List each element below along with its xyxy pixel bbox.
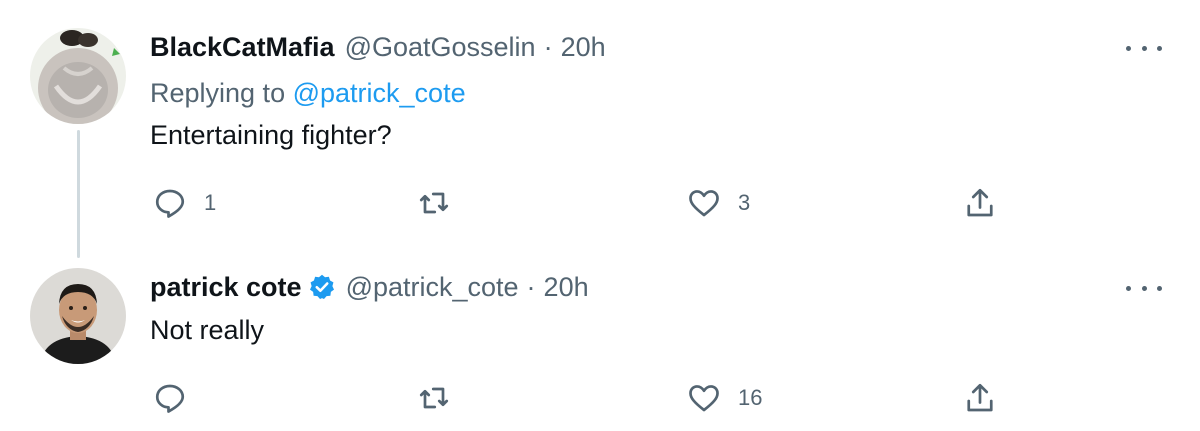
heart-icon [689, 190, 719, 217]
retweet-button[interactable] [416, 378, 468, 418]
tweet-header: patrick cote @patrick_cote · 20h [150, 270, 589, 304]
avatar[interactable] [30, 268, 126, 364]
retweet-icon [419, 192, 449, 214]
retweet-icon [419, 387, 449, 409]
more-options-icon[interactable] [1126, 278, 1162, 298]
tweet[interactable]: BlackCatMafia @GoatGosselin · 20h Replyi… [0, 0, 1200, 258]
tweet-text: Entertaining fighter? [150, 120, 392, 150]
heart-icon [689, 385, 719, 412]
timestamp[interactable]: 20h [561, 30, 606, 64]
avatar-image [30, 28, 126, 124]
like-count: 16 [738, 385, 763, 410]
like-button[interactable]: 16 [686, 378, 762, 418]
retweet-button[interactable] [416, 183, 468, 223]
display-name[interactable]: BlackCatMafia [150, 30, 335, 64]
display-name[interactable]: patrick cote [150, 270, 302, 304]
avatar[interactable] [30, 28, 126, 124]
like-count: 3 [738, 190, 751, 215]
reply-button[interactable] [152, 378, 204, 418]
separator-dot: · [526, 272, 536, 302]
reply-button[interactable]: 1 [152, 183, 216, 223]
share-icon [967, 188, 993, 217]
timestamp[interactable]: 20h [544, 270, 589, 304]
avatar-image [30, 268, 126, 364]
share-button[interactable] [962, 378, 998, 418]
user-handle[interactable]: @GoatGosselin [345, 30, 536, 64]
user-handle[interactable]: @patrick_cote [346, 270, 519, 304]
like-button[interactable]: 3 [686, 183, 750, 223]
mention-link[interactable]: @patrick_cote [293, 78, 466, 108]
reply-icon [155, 189, 185, 218]
separator-dot: · [543, 32, 553, 62]
share-icon [967, 383, 993, 412]
share-button[interactable] [962, 183, 998, 223]
tweet-text: Not really [150, 315, 265, 345]
reply-count: 1 [204, 190, 217, 215]
tweet-header: BlackCatMafia @GoatGosselin · 20h [150, 30, 606, 64]
replying-to: Replying to @patrick_cote [150, 76, 466, 110]
tweet[interactable]: patrick cote @patrick_cote · 20h Not rea… [0, 258, 1200, 431]
reply-icon [155, 384, 185, 413]
verified-badge-icon [309, 274, 334, 300]
replying-prefix: Replying to [150, 78, 286, 108]
more-options-icon[interactable] [1126, 38, 1162, 58]
